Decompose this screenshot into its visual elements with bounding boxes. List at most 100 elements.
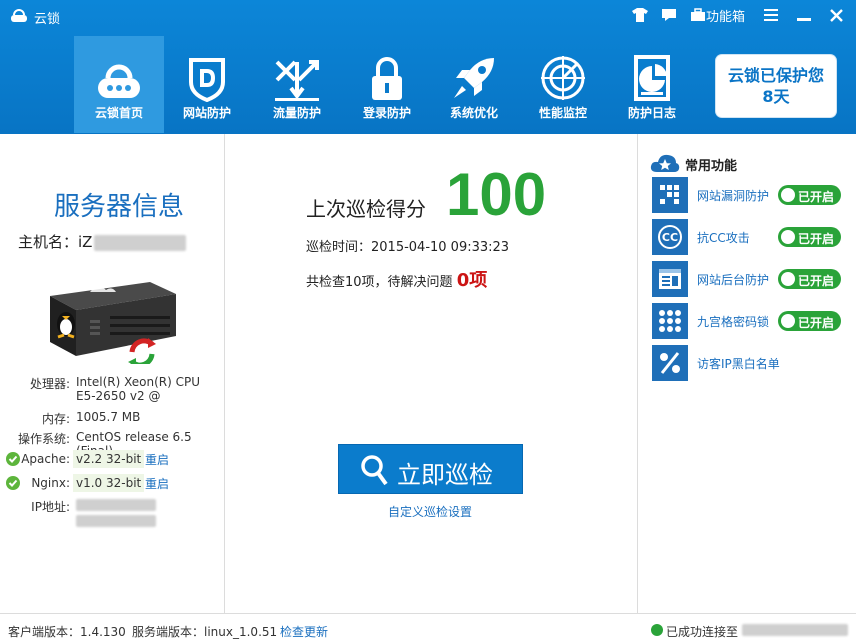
padlock-icon xyxy=(372,57,402,100)
shirt-skin-icon[interactable] xyxy=(632,6,648,24)
scan-time: 巡检时间：2015-04-10 09:33:23 xyxy=(306,240,510,255)
cpu-value-line2: E5-2650 v2 @ xyxy=(76,389,161,403)
header: 云锁 功能箱 云锁首页 网站防护 流量防护 登录防护 系统优化 性能监控 防护日… xyxy=(0,0,856,134)
nav-website-protection[interactable]: 网站防护 xyxy=(162,36,252,133)
toolbox-label: 功能箱 xyxy=(706,9,746,25)
protected-days-badge: 云锁已保护您 8天 xyxy=(716,55,836,117)
nav-label-monitor: 性能监控 xyxy=(538,106,587,120)
menu-icon[interactable] xyxy=(764,6,778,24)
toolbox-icon xyxy=(691,8,705,21)
feature-label-vuln[interactable]: 网站漏洞防护 xyxy=(697,187,769,204)
nav-label-login: 登录防护 xyxy=(362,106,411,120)
toggle-label: 已开启 xyxy=(798,190,835,204)
feature-toggle-vuln[interactable]: 已开启 xyxy=(778,185,841,205)
toggle-knob xyxy=(781,272,795,286)
feature-label-cc[interactable]: 抗CC攻击 xyxy=(697,229,750,246)
connection-host-redacted xyxy=(742,624,848,636)
cloud-lock-icon xyxy=(98,64,140,98)
toggle-label: 已开启 xyxy=(798,232,835,246)
nav-login-protection[interactable]: 登录防护 xyxy=(342,36,432,133)
feature-label-ip-list[interactable]: 访客IP黑白名单 xyxy=(697,355,780,372)
custom-scan-settings-link[interactable]: 自定义巡检设置 xyxy=(388,503,472,520)
hostname-row: 主机名：iZ xyxy=(18,231,187,252)
feature-label-gridlock[interactable]: 九宫格密码锁 xyxy=(697,313,769,330)
close-icon[interactable] xyxy=(830,6,843,24)
feature-row-ip-list: 访客IP黑白名单 xyxy=(652,345,852,381)
grid-lock-icon xyxy=(652,303,688,339)
feature-row-admin: 网站后台防护 已开启 xyxy=(652,261,852,297)
nav-traffic-protection[interactable]: 流量防护 xyxy=(252,36,342,133)
score-value: 100 xyxy=(446,161,547,228)
memory-label: 内存: xyxy=(41,412,70,426)
nav-label-log: 防护日志 xyxy=(627,106,676,120)
bug-shield-icon xyxy=(652,177,688,213)
nav-label-traffic: 流量防护 xyxy=(272,106,321,120)
rocket-icon xyxy=(454,58,494,98)
apache-version: v2.2 32-bit xyxy=(73,450,145,468)
cpu-value-line1: Intel(R) Xeon(R) CPU xyxy=(76,375,201,389)
hostname-value: iZ xyxy=(78,233,93,251)
radar-icon xyxy=(541,56,585,100)
admin-panel-icon xyxy=(652,261,688,297)
features-panel: 常用功能 网站漏洞防护 已开启 CC 抗CC攻击 已开启 网站后台防护 已开启 xyxy=(637,134,856,613)
feature-toggle-admin[interactable]: 已开启 xyxy=(778,269,841,289)
shield-d-icon xyxy=(189,58,225,102)
nav-protection-log[interactable]: 防护日志 xyxy=(607,36,697,133)
score-label: 上次巡检得分 xyxy=(306,197,426,221)
connection-status: 已成功连接至 xyxy=(666,625,739,639)
nginx-label: Nginx: xyxy=(31,476,70,490)
feature-row-gridlock: 九宫格密码锁 已开启 xyxy=(652,303,852,339)
apache-restart-link[interactable]: 重启 xyxy=(145,451,169,468)
scan-panel: 上次巡检得分 100 巡检时间：2015-04-10 09:33:23 共检查1… xyxy=(226,134,636,613)
traffic-icon xyxy=(275,60,319,101)
toggle-knob xyxy=(781,314,795,328)
feature-row-cc: CC 抗CC攻击 已开启 xyxy=(652,219,852,255)
feature-row-vuln: 网站漏洞防护 已开启 xyxy=(652,177,852,213)
toggle-knob xyxy=(781,188,795,202)
server-info-panel: 服务器信息 主机名：iZ 处理器: Intel(R) Xeon(R) CPU E… xyxy=(0,134,225,613)
titlebar: 云锁 功能箱 xyxy=(0,0,856,30)
hostname-label: 主机名： xyxy=(18,233,79,251)
app-title: 云锁 xyxy=(34,12,61,27)
cloud-star-icon xyxy=(650,154,680,172)
cpu-label: 处理器: xyxy=(29,377,70,391)
scan-now-button[interactable]: 立即巡检 xyxy=(338,444,523,494)
apache-label: Apache: xyxy=(21,452,70,466)
toolbox-button[interactable]: 功能箱 xyxy=(690,6,746,25)
protected-days-line1: 云锁已保护您 xyxy=(727,66,824,85)
feature-toggle-cc[interactable]: 已开启 xyxy=(778,227,841,247)
nav-label-optimize: 系统优化 xyxy=(449,106,498,120)
nginx-version: v1.0 32-bit xyxy=(73,474,145,492)
os-label: 操作系统: xyxy=(17,432,70,446)
message-icon[interactable] xyxy=(662,6,676,24)
cloud-lock-logo-icon xyxy=(11,9,27,22)
ip-redacted-2 xyxy=(76,515,156,527)
server-version: 服务端版本：linux_1.0.51 xyxy=(132,625,278,639)
nav-home[interactable]: 云锁首页 xyxy=(74,36,164,133)
feature-label-admin[interactable]: 网站后台防护 xyxy=(697,271,769,288)
cc-icon: CC xyxy=(652,219,688,255)
status-bar: 客户端版本：1.4.130 服务端版本：linux_1.0.51 检查更新 已成… xyxy=(0,613,856,643)
log-report-icon xyxy=(634,55,670,101)
ip-redacted-1 xyxy=(76,499,156,511)
feature-toggle-gridlock[interactable]: 已开启 xyxy=(778,311,841,331)
toggle-label: 已开启 xyxy=(798,316,835,330)
memory-value: 1005.7 MB xyxy=(76,410,141,424)
svg-text:CC: CC xyxy=(662,231,678,244)
check-update-link[interactable]: 检查更新 xyxy=(280,623,328,640)
issue-summary: 共检查10项，待解决问题 0项 xyxy=(306,266,487,292)
minimize-icon[interactable] xyxy=(797,6,811,24)
nav-system-optimize[interactable]: 系统优化 xyxy=(429,36,519,133)
server-rack-icon xyxy=(50,282,176,364)
client-version: 客户端版本：1.4.130 xyxy=(8,625,126,639)
hostname-redacted xyxy=(94,234,187,251)
nav-performance-monitor[interactable]: 性能监控 xyxy=(518,36,608,133)
toggle-knob xyxy=(781,230,795,244)
protected-days-line2: 8天 xyxy=(762,87,790,106)
issue-summary-text: 共检查10项，待解决问题 xyxy=(306,275,453,290)
server-info-title: 服务器信息 xyxy=(54,192,185,222)
nav-label-website: 网站防护 xyxy=(182,106,231,120)
nginx-restart-link[interactable]: 重启 xyxy=(145,475,169,492)
scan-now-label: 立即巡检 xyxy=(397,461,493,489)
magnifier-icon xyxy=(361,455,388,486)
